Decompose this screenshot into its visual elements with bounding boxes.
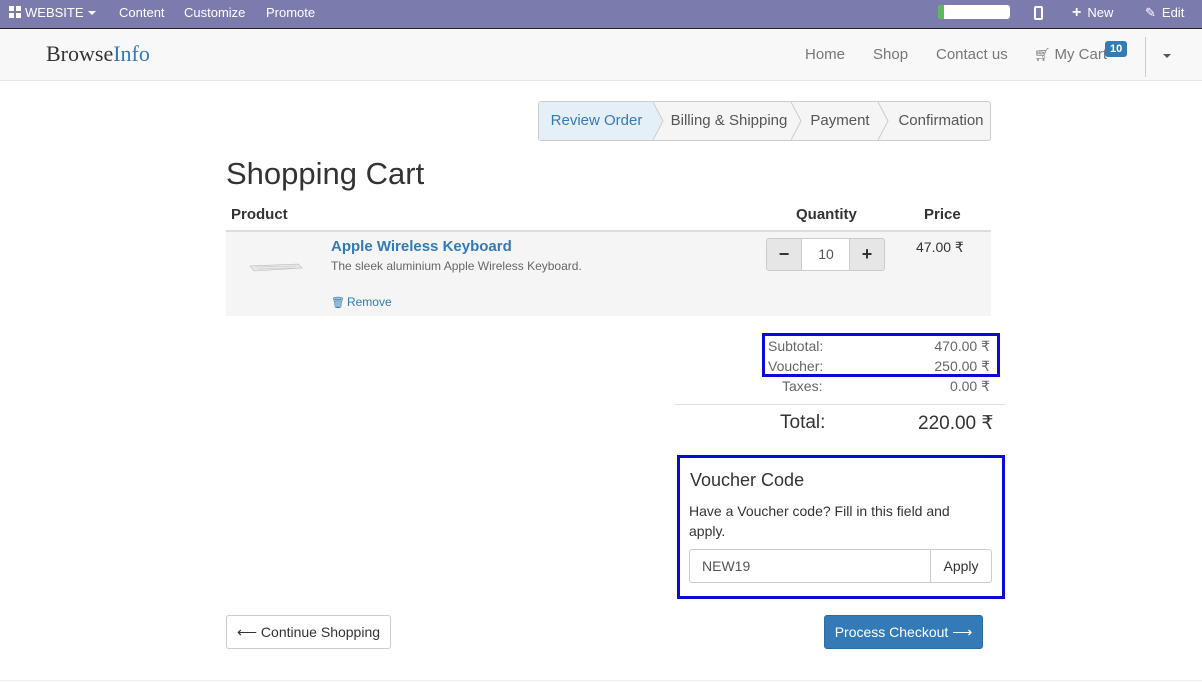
arrow-right-icon: ⟶ [952,624,973,640]
brand-part2: Info [113,41,150,66]
admin-bar: WEBSITE Content Customize Promote + New ✎… [0,0,1202,28]
website-label: WEBSITE [25,5,84,20]
wizard-chevron-icon [878,102,889,140]
remove-item-link[interactable]: 🗑︎ Remove [331,295,392,309]
nav-shop[interactable]: Shop [873,46,908,63]
new-button[interactable]: + New [1072,0,1113,28]
taxes-value: 0.00 ₹ [949,378,990,394]
wizard-chevron-icon [653,102,664,140]
checkout-wizard: Review Order Billing & Shipping Payment … [538,101,991,141]
website-menu[interactable]: WEBSITE [9,0,96,28]
trash-icon: 🗑︎ [331,297,345,309]
main-navbar: BrowseInfo Home Shop Contact us 🛒︎ My Car… [0,28,1202,81]
voucher-panel: Voucher Code Have a Voucher code? Fill i… [677,455,1005,599]
brand-part1: Browse [46,41,114,66]
total-value: 220.00 ₹ [918,413,994,434]
my-cart-label: My Cart [1054,46,1108,63]
promote-menu[interactable]: Promote [266,0,315,28]
user-dropdown-caret-icon[interactable] [1163,54,1171,58]
subtotal-value: 470.00 ₹ [934,338,990,354]
nav-divider [1145,37,1146,77]
wizard-step-review-order[interactable]: Review Order [539,102,654,140]
nav-contact[interactable]: Contact us [936,46,1008,63]
quantity-decrease-button[interactable]: − [766,238,802,271]
continue-shopping-button[interactable]: ⟵ Continue Shopping [226,615,391,649]
continue-shopping-label: Continue Shopping [260,624,381,640]
apply-voucher-button[interactable]: Apply [930,549,992,583]
edit-label: Edit [1161,5,1185,20]
process-checkout-label: Process Checkout [834,624,949,640]
new-label: New [1087,5,1114,20]
brand-logo[interactable]: BrowseInfo [46,41,150,67]
footer-divider [0,680,1202,681]
wizard-step-billing-shipping[interactable]: Billing & Shipping [667,102,791,140]
remove-label: Remove [346,295,392,309]
cart-count-badge: 10 [1105,41,1128,57]
customize-menu[interactable]: Customize [184,0,245,28]
product-image[interactable] [248,262,304,272]
header-product: Product [231,206,288,223]
voucher-code-input[interactable]: NEW19 [689,549,931,583]
process-checkout-button[interactable]: Process Checkout ⟶ [824,615,983,649]
header-price: Price [924,206,961,223]
taxes-label: Taxes: [782,378,823,394]
header-quantity: Quantity [796,206,857,223]
subtotal-label: Subtotal: [768,338,824,354]
voucher-label: Voucher: [768,358,824,374]
edit-button[interactable]: ✎ Edit [1145,0,1184,28]
progress-bar [938,5,1010,19]
voucher-title: Voucher Code [690,470,805,490]
progress-fill [938,5,944,19]
product-description: The sleek aluminium Apple Wireless Keybo… [331,259,582,273]
total-label: Total: [780,412,826,433]
nav-home[interactable]: Home [805,46,845,63]
nav-my-cart[interactable]: 🛒︎ My Cart [1034,46,1107,63]
product-name-link[interactable]: Apple Wireless Keyboard [331,238,512,255]
mobile-preview-icon[interactable] [1034,6,1043,20]
wizard-step-confirmation[interactable]: Confirmation [891,102,991,140]
plus-icon: + [1072,4,1082,21]
item-price: 47.00 ₹ [916,239,964,255]
wizard-step-payment[interactable]: Payment [803,102,877,140]
page-title: Shopping Cart [226,156,425,191]
caret-down-icon [87,11,96,15]
arrow-left-icon: ⟵ [236,624,258,640]
voucher-value: 250.00 ₹ [934,358,990,374]
quantity-increase-button[interactable]: + [849,238,885,271]
pencil-icon: ✎ [1145,5,1156,20]
apps-grid-icon [9,6,21,18]
voucher-help-text: Have a Voucher code? Fill in this field … [689,503,950,539]
cart-icon: 🛒︎ [1034,47,1051,62]
quantity-input[interactable]: 10 [802,238,850,271]
total-divider [675,404,1005,405]
content-menu[interactable]: Content [119,0,165,28]
